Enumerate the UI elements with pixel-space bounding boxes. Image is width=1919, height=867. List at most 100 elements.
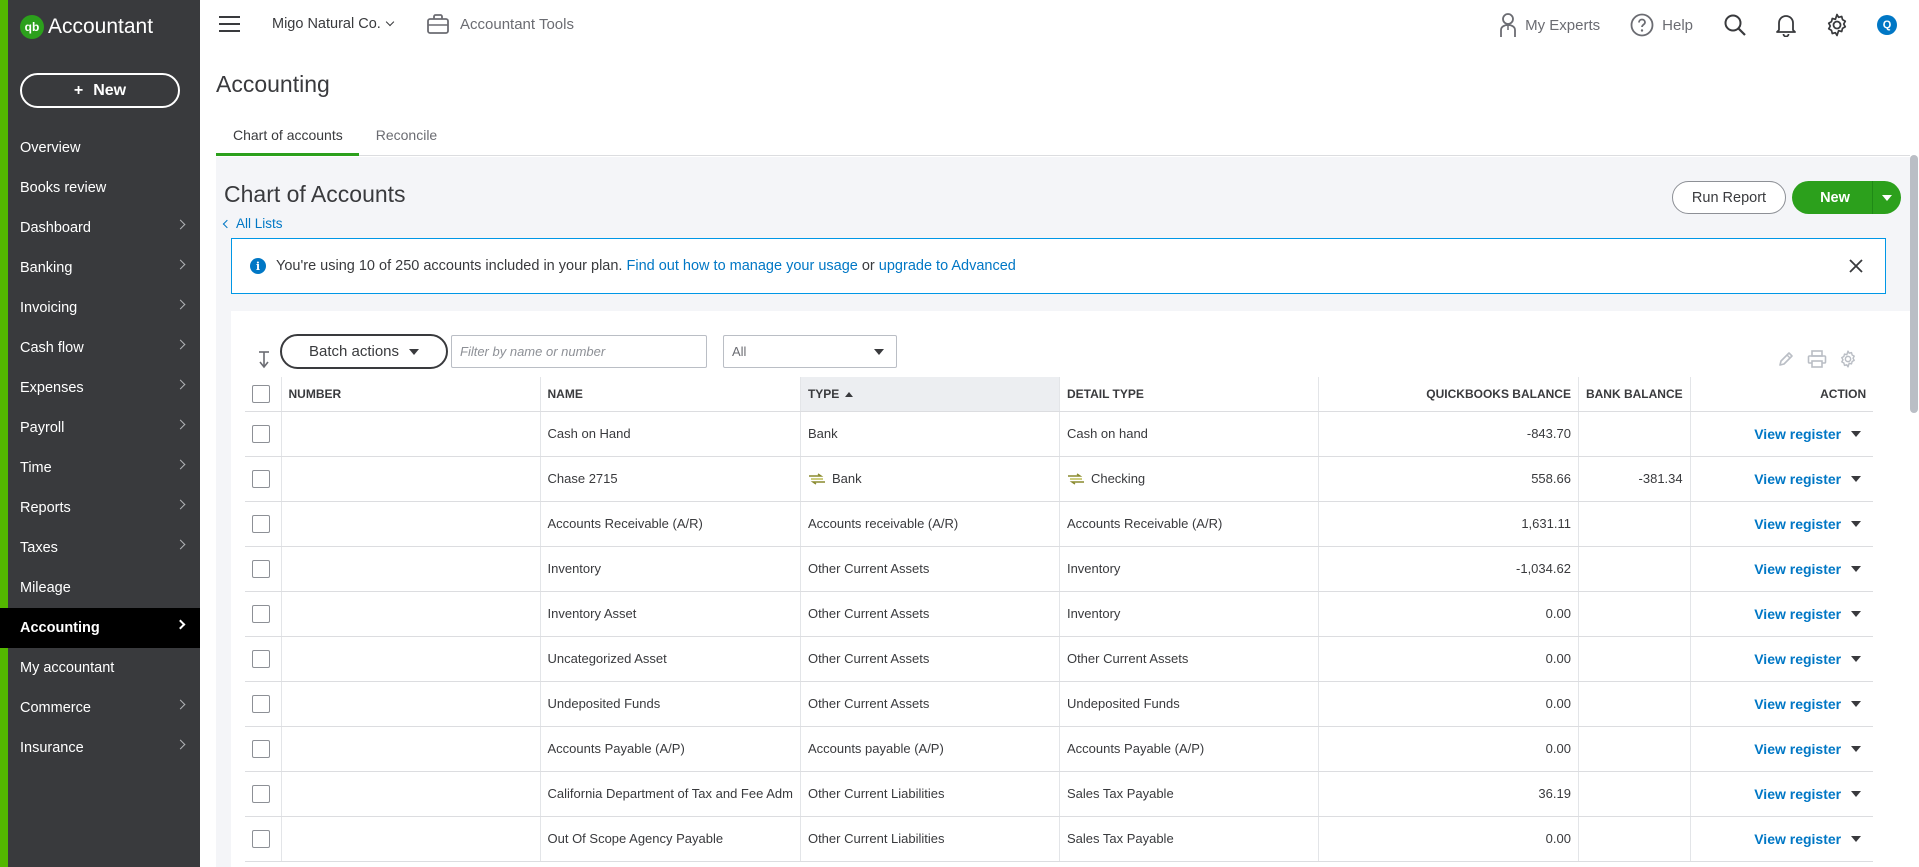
view-register-link[interactable]: View register bbox=[1754, 426, 1841, 442]
cell-qb-balance: -843.70 bbox=[1318, 411, 1579, 457]
view-register-link[interactable]: View register bbox=[1754, 651, 1841, 667]
close-icon[interactable] bbox=[1847, 257, 1865, 275]
table-row[interactable]: Cash on Hand Bank Cash on hand -843.70 View … bbox=[245, 411, 1874, 457]
my-experts-button[interactable]: My Experts bbox=[1499, 12, 1600, 38]
caret-down-icon bbox=[409, 348, 420, 355]
gear-icon[interactable] bbox=[1839, 350, 1857, 368]
col-type[interactable]: TYPE bbox=[800, 377, 1060, 412]
col-qb-balance[interactable]: QUICKBOOKS BALANCE bbox=[1318, 377, 1579, 412]
row-action-dropdown-icon[interactable] bbox=[1851, 430, 1862, 437]
page-scrollbar[interactable] bbox=[1910, 155, 1918, 413]
tab-chart-of-accounts[interactable]: Chart of accounts bbox=[216, 125, 359, 156]
sidebar-item-payroll[interactable]: Payroll bbox=[0, 408, 200, 448]
row-action-dropdown-icon[interactable] bbox=[1851, 475, 1862, 482]
sidebar-item-overview[interactable]: Overview bbox=[0, 128, 200, 168]
row-checkbox[interactable] bbox=[252, 649, 270, 668]
row-checkbox[interactable] bbox=[252, 469, 270, 488]
row-checkbox[interactable] bbox=[252, 424, 270, 443]
new-account-button[interactable]: New bbox=[1792, 190, 1872, 206]
sidebar-item-taxes[interactable]: Taxes bbox=[0, 528, 200, 568]
sidebar-item-books-review[interactable]: Books review bbox=[0, 168, 200, 208]
printer-icon[interactable] bbox=[1807, 350, 1827, 368]
global-new-label: New bbox=[93, 81, 127, 99]
pencil-icon[interactable] bbox=[1777, 350, 1795, 368]
sidebar-item-banking[interactable]: Banking bbox=[0, 248, 200, 288]
notifications-button[interactable] bbox=[1775, 13, 1797, 37]
view-register-link[interactable]: View register bbox=[1754, 471, 1841, 487]
view-register-link[interactable]: View register bbox=[1754, 561, 1841, 577]
table-row[interactable]: Accounts Payable (A/P) Accounts payable (… bbox=[245, 726, 1874, 772]
sidebar-item-insurance[interactable]: Insurance bbox=[0, 728, 200, 768]
chevron-right-icon bbox=[175, 379, 186, 390]
col-number[interactable]: NUMBER bbox=[281, 377, 541, 412]
sidebar-item-commerce[interactable]: Commerce bbox=[0, 688, 200, 728]
table-row[interactable]: Out Of Scope Agency Payable Other Current… bbox=[245, 816, 1874, 862]
global-new-button[interactable]: + New bbox=[20, 73, 180, 108]
user-avatar[interactable]: Q bbox=[1877, 15, 1897, 35]
table-row[interactable]: Inventory Asset Other Current Assets Inven… bbox=[245, 591, 1874, 637]
view-register-link[interactable]: View register bbox=[1754, 696, 1841, 712]
run-report-button[interactable]: Run Report bbox=[1672, 181, 1786, 214]
row-action-dropdown-icon[interactable] bbox=[1851, 520, 1862, 527]
batch-actions-button[interactable]: Batch actions bbox=[280, 334, 448, 369]
table-row[interactable]: Undeposited Funds Other Current Assets Und… bbox=[245, 681, 1874, 727]
hamburger-icon[interactable] bbox=[219, 16, 240, 32]
company-switcher[interactable]: Migo Natural Co. bbox=[272, 16, 395, 32]
bell-icon bbox=[1776, 15, 1796, 37]
select-all-checkbox[interactable] bbox=[252, 384, 270, 403]
row-checkbox[interactable] bbox=[252, 739, 270, 758]
row-action-dropdown-icon[interactable] bbox=[1851, 745, 1862, 752]
sidebar-item-accounting[interactable]: Accounting bbox=[0, 608, 200, 648]
row-action-dropdown-icon[interactable] bbox=[1851, 790, 1862, 797]
col-bank-balance[interactable]: BANK BALANCE bbox=[1578, 377, 1691, 412]
row-checkbox[interactable] bbox=[252, 829, 270, 848]
cell-action: View register bbox=[1690, 411, 1874, 457]
row-checkbox[interactable] bbox=[252, 694, 270, 713]
sidebar-item-mileage[interactable]: Mileage bbox=[0, 568, 200, 608]
tab-reconcile[interactable]: Reconcile bbox=[359, 125, 454, 156]
view-register-link[interactable]: View register bbox=[1754, 786, 1841, 802]
sidebar-item-dashboard[interactable]: Dashboard bbox=[0, 208, 200, 248]
sidebar-item-my-accountant[interactable]: My accountant bbox=[0, 648, 200, 688]
help-button[interactable]: Help bbox=[1630, 13, 1693, 37]
all-lists-link[interactable]: All Lists bbox=[222, 216, 283, 231]
filter-input[interactable] bbox=[451, 335, 707, 368]
table-row[interactable]: Chase 2715 Bank Checking 558.66 -381.34 View … bbox=[245, 456, 1874, 502]
row-action-dropdown-icon[interactable] bbox=[1851, 835, 1862, 842]
sidebar-item-expenses[interactable]: Expenses bbox=[0, 368, 200, 408]
view-register-link[interactable]: View register bbox=[1754, 606, 1841, 622]
sidebar-item-invoicing[interactable]: Invoicing bbox=[0, 288, 200, 328]
manage-usage-link[interactable]: Find out how to manage your usage bbox=[626, 258, 857, 274]
new-account-dropdown[interactable] bbox=[1873, 194, 1901, 201]
row-action-dropdown-icon[interactable] bbox=[1851, 610, 1862, 617]
accountant-tools-button[interactable]: Accountant Tools bbox=[426, 13, 574, 35]
row-action-dropdown-icon[interactable] bbox=[1851, 565, 1862, 572]
table-row[interactable]: Accounts Receivable (A/R) Accounts receiv… bbox=[245, 501, 1874, 547]
cell-detail-type: Sales Tax Payable bbox=[1059, 816, 1319, 862]
col-detail-type[interactable]: DETAIL TYPE bbox=[1059, 377, 1319, 412]
row-checkbox[interactable] bbox=[252, 784, 270, 803]
sort-icon[interactable] bbox=[256, 350, 272, 370]
view-register-link[interactable]: View register bbox=[1754, 741, 1841, 757]
row-action-dropdown-icon[interactable] bbox=[1851, 655, 1862, 662]
search-button[interactable] bbox=[1723, 13, 1747, 37]
settings-button[interactable] bbox=[1825, 13, 1849, 37]
sidebar-item-reports[interactable]: Reports bbox=[0, 488, 200, 528]
app-logo[interactable]: qb Accountant bbox=[20, 15, 153, 39]
view-register-link[interactable]: View register bbox=[1754, 516, 1841, 532]
row-checkbox[interactable] bbox=[252, 559, 270, 578]
table-row[interactable]: Uncategorized Asset Other Current Assets O… bbox=[245, 636, 1874, 682]
view-register-link[interactable]: View register bbox=[1754, 831, 1841, 847]
help-label: Help bbox=[1662, 16, 1693, 34]
upgrade-link[interactable]: upgrade to Advanced bbox=[879, 258, 1016, 274]
row-checkbox[interactable] bbox=[252, 514, 270, 533]
sidebar-item-time[interactable]: Time bbox=[0, 448, 200, 488]
table-row[interactable]: Inventory Other Current Assets Inventory -1… bbox=[245, 546, 1874, 592]
row-checkbox[interactable] bbox=[252, 604, 270, 623]
row-select-cell bbox=[245, 546, 282, 592]
row-action-dropdown-icon[interactable] bbox=[1851, 700, 1862, 707]
sidebar-item-cash-flow[interactable]: Cash flow bbox=[0, 328, 200, 368]
col-name[interactable]: NAME bbox=[540, 377, 801, 412]
table-row[interactable]: California Department of Tax and Fee Adm… bbox=[245, 771, 1874, 817]
type-filter-select[interactable]: All bbox=[723, 335, 897, 368]
